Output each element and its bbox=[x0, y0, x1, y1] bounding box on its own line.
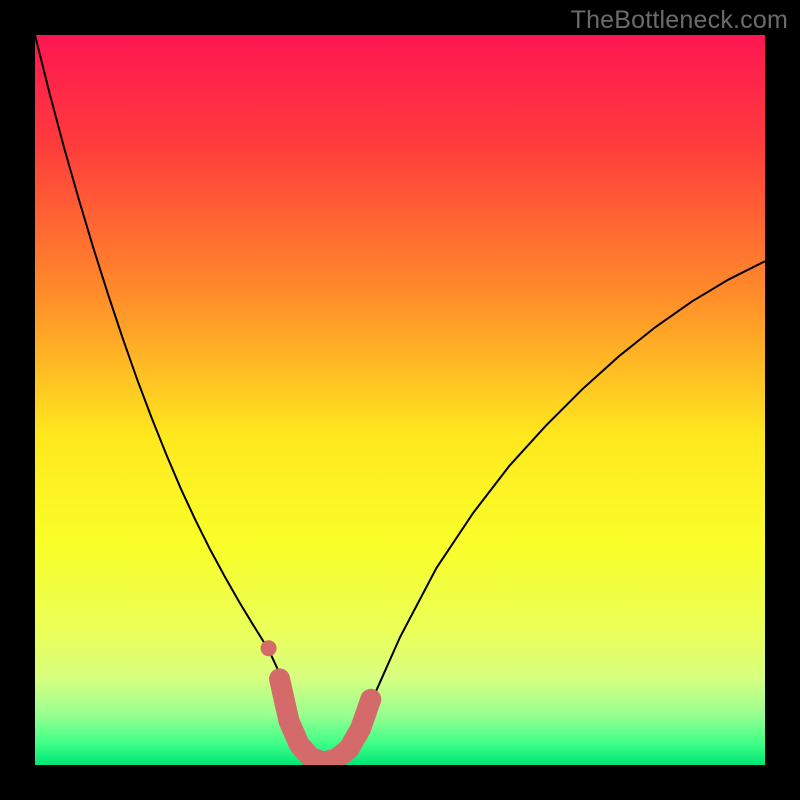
chart-frame: TheBottleneck.com bbox=[0, 0, 800, 800]
watermark-text: TheBottleneck.com bbox=[571, 6, 788, 35]
outlier-marker-group bbox=[261, 640, 277, 656]
outlier-dot bbox=[261, 640, 277, 656]
plot-area bbox=[35, 35, 765, 765]
chart-svg bbox=[35, 35, 765, 765]
